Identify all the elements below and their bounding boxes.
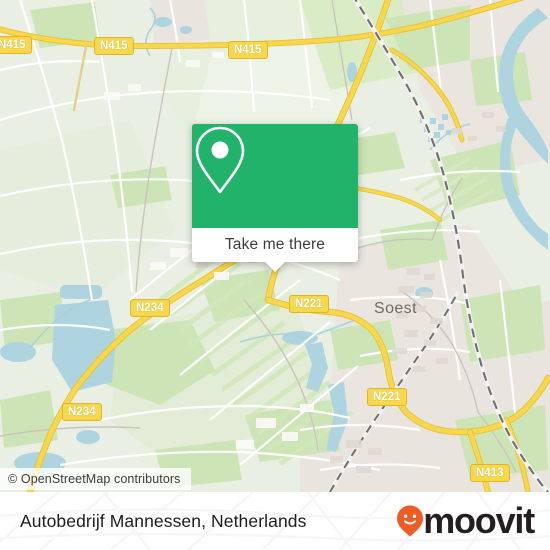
road-shield: N221 [367,388,407,407]
moovit-wordmark: moovit [423,500,535,541]
popup-tail [265,262,285,272]
road-shield: N221 [289,295,329,314]
road-shield: N415 [94,37,134,56]
road-shield-label: N415 [234,44,262,56]
map-canvas[interactable]: N415 N415 N415 N234 N234 N221 N221 N413 … [0,0,550,492]
place-label-text: Soest [374,300,417,317]
screenshot-root: N415 N415 N415 N234 N234 N221 N221 N413 … [0,0,550,550]
road-shield-label: N221 [295,298,323,310]
road-shield: N413 [470,464,510,483]
map-attribution[interactable]: © OpenStreetMap contributors [0,468,191,490]
footer-bar: Autobedrijf Mannessen, Netherlands moovi… [0,492,550,550]
map-popup[interactable]: Take me there [192,124,358,272]
popup-action-label: Take me there [224,236,326,253]
attribution-text: © OpenStreetMap contributors [8,472,181,486]
page-title: Autobedrijf Mannessen, Netherlands [20,510,307,531]
road-shield-label: N221 [373,391,401,403]
road-shield: N234 [62,403,102,422]
road-shield-label: N413 [476,467,504,479]
moovit-pin-icon [395,504,425,538]
popup-footer[interactable]: Take me there [192,228,358,272]
road-shield-label: N234 [68,406,96,418]
moovit-logo[interactable]: moovit [395,500,535,541]
road-shield: N234 [130,299,170,318]
popup-header [192,124,358,228]
road-shield-label: N415 [100,40,128,52]
road-shield-label: N415 [0,39,26,51]
place-label-soest: Soest [374,300,417,318]
road-shield-label: N234 [136,302,164,314]
road-shield: N415 [0,36,32,55]
road-shield: N415 [228,41,268,60]
